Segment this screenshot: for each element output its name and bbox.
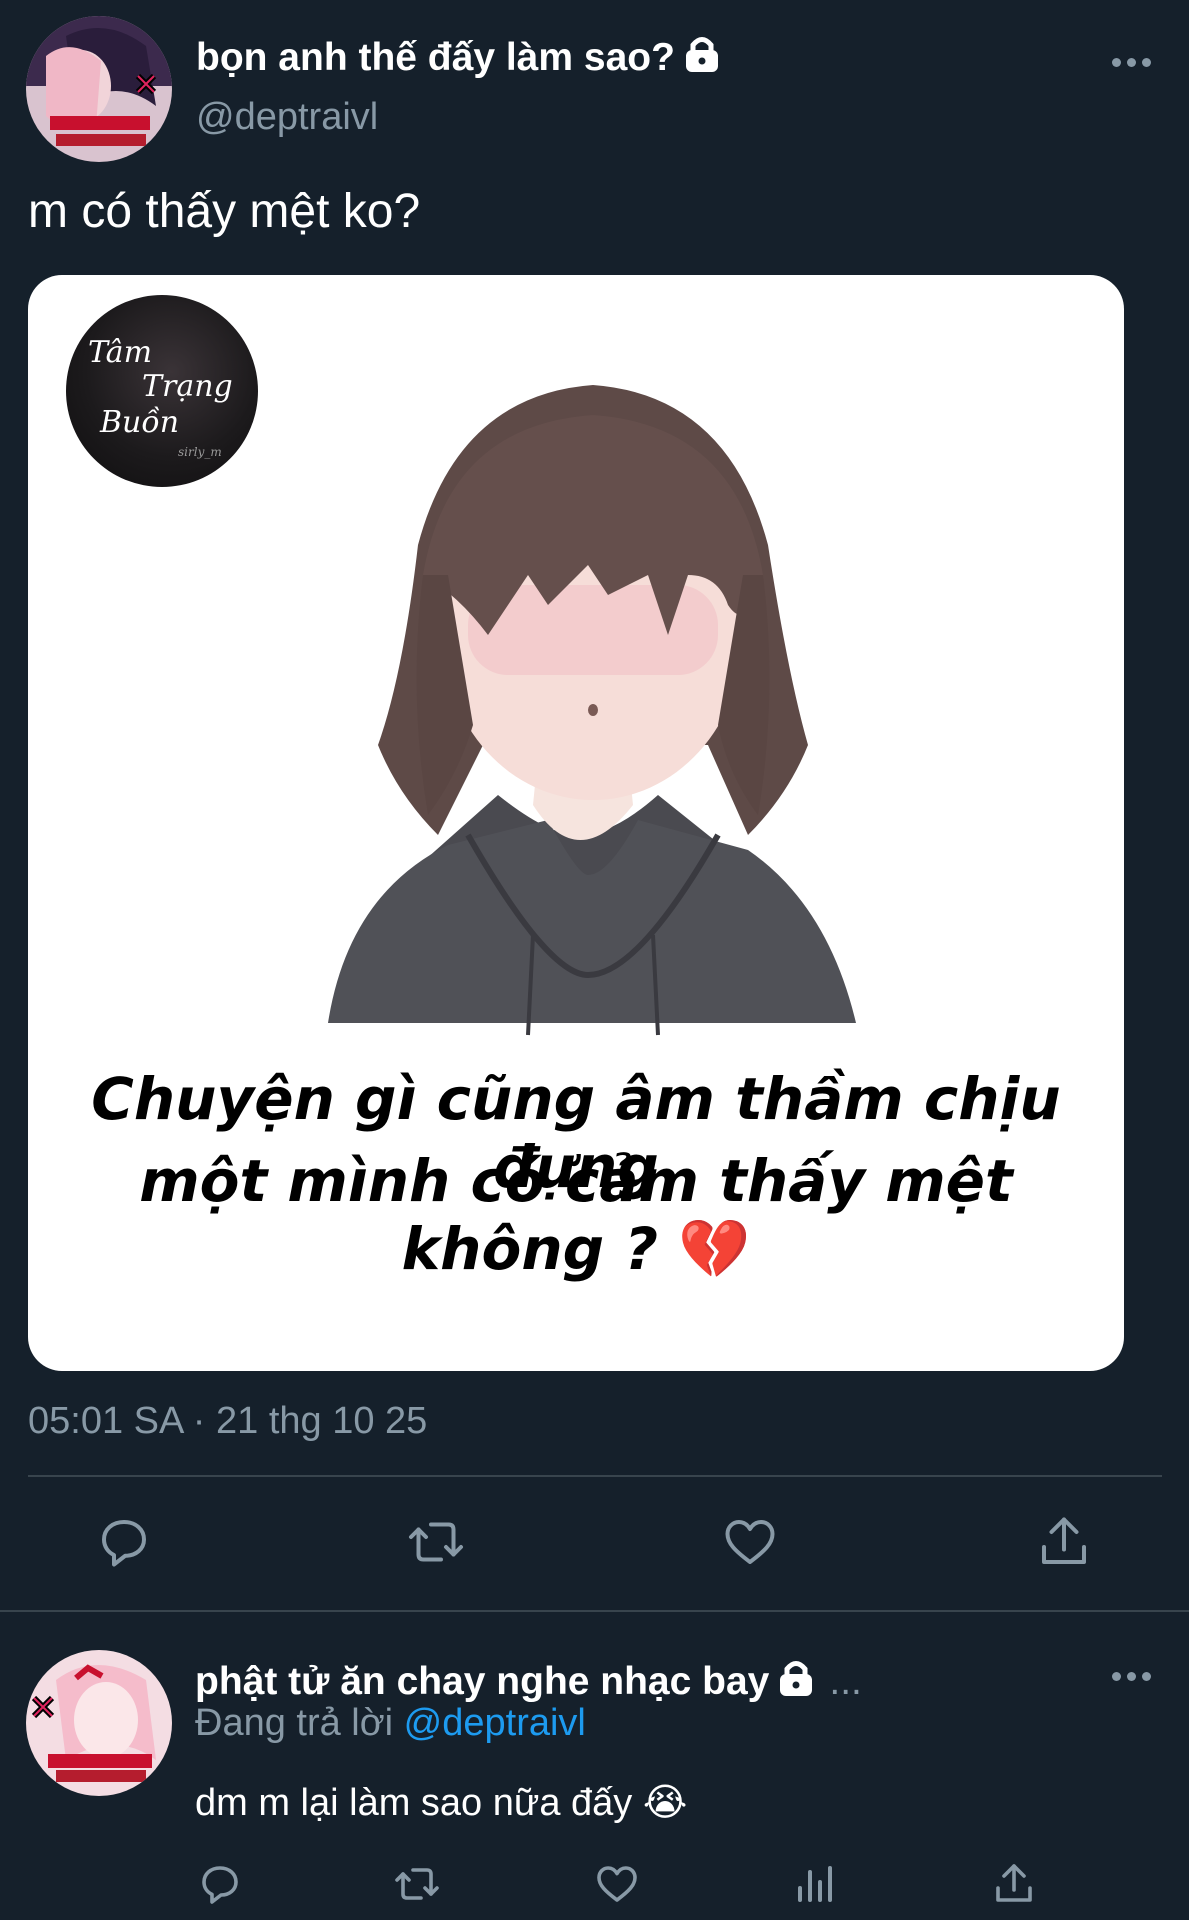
lock-icon xyxy=(683,34,721,84)
share-icon[interactable] xyxy=(1034,1512,1094,1572)
divider xyxy=(28,1475,1162,1477)
reply-icon[interactable] xyxy=(196,1860,244,1908)
lock-icon xyxy=(777,1658,815,1708)
replying-to-line: Đang trả lời @deptraivl xyxy=(195,1702,586,1745)
tweet-text: m có thấy mệt ko? xyxy=(28,185,421,238)
retweet-icon[interactable] xyxy=(393,1860,441,1908)
reply-text: dm m lại làm sao nữa đấy 😭 xyxy=(195,1780,687,1825)
handle[interactable]: @deptraivl xyxy=(196,96,378,139)
more-options-icon[interactable] xyxy=(1112,1672,1156,1684)
display-name[interactable]: bọn anh thế đấy làm sao? xyxy=(196,36,675,79)
like-icon[interactable] xyxy=(720,1512,780,1572)
reply-text-content: dm m lại làm sao nữa đấy xyxy=(195,1782,633,1824)
name-ellipsis: ... xyxy=(829,1660,862,1703)
broken-heart-emoji: 💔 xyxy=(678,1215,751,1283)
avatar[interactable] xyxy=(26,1650,172,1796)
avatar[interactable] xyxy=(26,16,172,162)
share-icon[interactable] xyxy=(990,1860,1038,1908)
crying-emoji: 😭 xyxy=(642,1782,688,1824)
main-tweet: bọn anh thế đấy làm sao? @deptraivl m có… xyxy=(0,0,1189,1612)
more-options-icon[interactable] xyxy=(1112,58,1156,70)
divider xyxy=(0,1610,1189,1612)
avatar-image xyxy=(26,1650,172,1796)
display-name[interactable]: phật tử ăn chay nghe nhạc bay xyxy=(195,1660,769,1703)
image-caption-line-2: một mình có cảm thấy mệt không ? 💔 xyxy=(28,1147,1124,1284)
avatar-image xyxy=(26,16,172,162)
retweet-icon[interactable] xyxy=(406,1512,466,1572)
replying-prefix: Đang trả lời xyxy=(195,1702,394,1744)
caption-line-2-text: một mình có cảm thấy mệt không ? xyxy=(139,1147,1013,1283)
tweet-timestamp[interactable]: 05:01 SA · 21 thg 10 25 xyxy=(28,1400,427,1443)
display-name-row[interactable]: bọn anh thế đấy làm sao? xyxy=(196,34,721,84)
like-icon[interactable] xyxy=(593,1860,641,1908)
tweet-media-image[interactable]: Tâm Trạng Buồn sirly_m Chuyện gì cũng âm… xyxy=(28,275,1124,1371)
replying-mention-link[interactable]: @deptraivl xyxy=(404,1702,586,1744)
analytics-icon[interactable] xyxy=(792,1860,840,1908)
reply-icon[interactable] xyxy=(94,1512,154,1572)
display-name-row[interactable]: phật tử ăn chay nghe nhạc bay... xyxy=(195,1658,862,1708)
